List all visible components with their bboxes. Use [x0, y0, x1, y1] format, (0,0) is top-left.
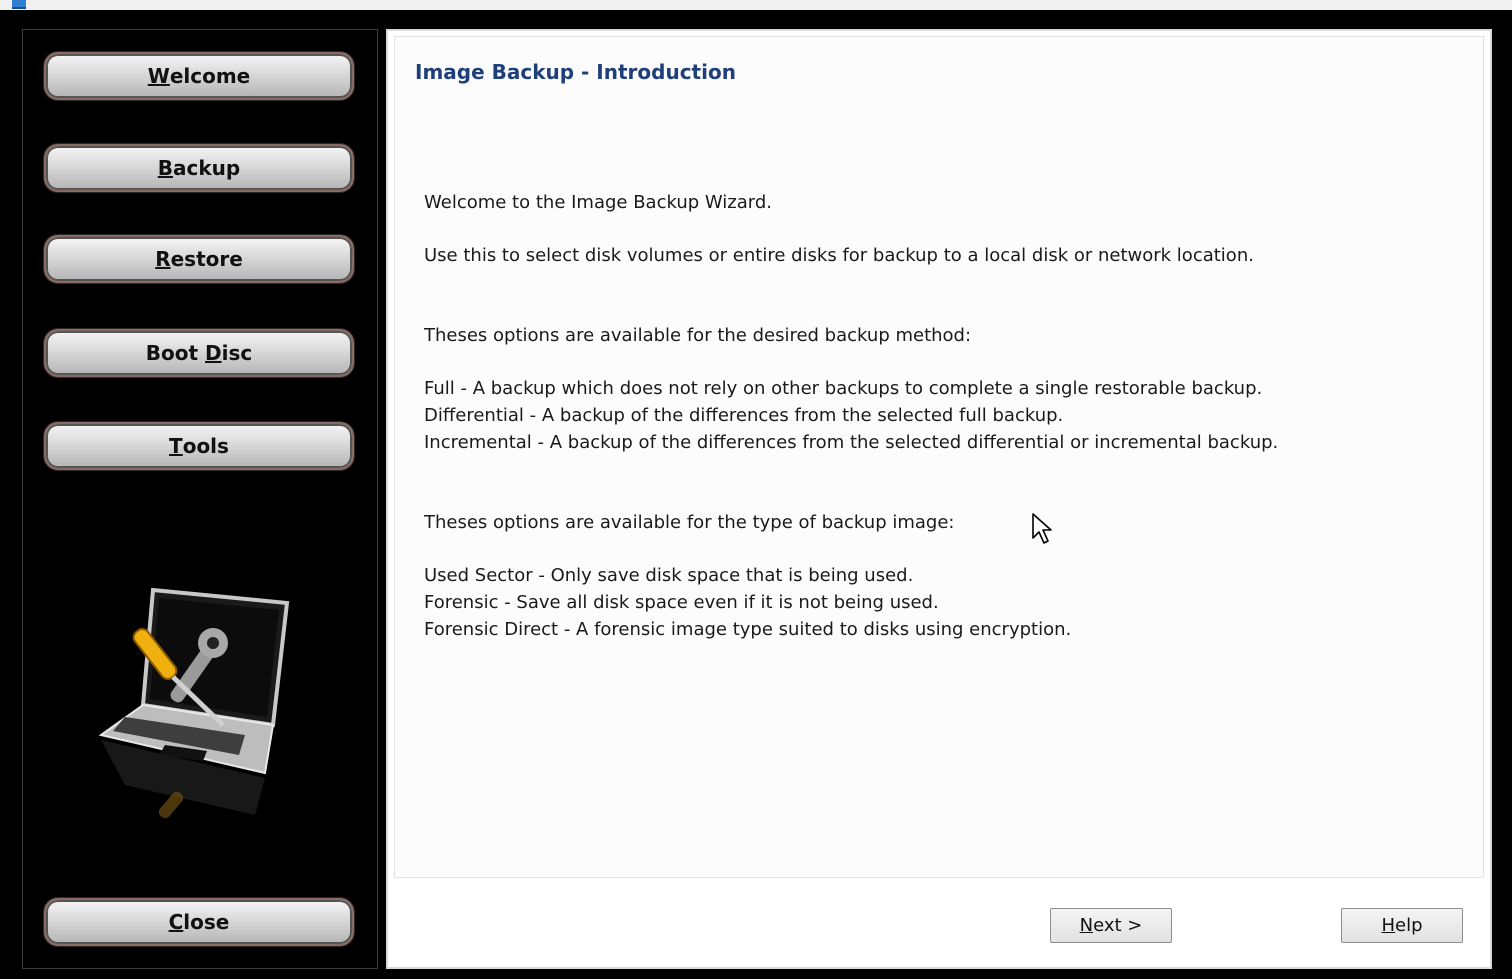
use-text: Use this to select disk volumes or entir… [424, 245, 1254, 266]
next-button[interactable]: Next > [1050, 908, 1172, 943]
help-label: elp [1395, 915, 1423, 936]
next-label: ext > [1093, 915, 1143, 936]
help-button[interactable]: Help [1341, 908, 1463, 943]
page-title: Image Backup - Introduction [415, 60, 736, 84]
method-full: Full - A backup which does not rely on o… [424, 378, 1263, 399]
boot-disc-button[interactable]: Boot Disc [44, 329, 354, 377]
restore-mnemonic: R [155, 247, 171, 271]
welcome-mnemonic: W [147, 64, 170, 88]
welcome-label: elcome [169, 64, 251, 88]
welcome-button[interactable]: Welcome [44, 52, 354, 100]
boot-disc-label: isc [221, 341, 253, 365]
restore-label: estore [170, 247, 243, 271]
close-button[interactable]: Close [44, 898, 354, 946]
laptop-with-tools-icon [98, 587, 290, 819]
help-mnemonic: H [1381, 915, 1396, 936]
type-forensic: Forensic - Save all disk space even if i… [424, 592, 939, 613]
method-differential: Differential - A backup of the differenc… [424, 405, 1064, 426]
welcome-text: Welcome to the Image Backup Wizard. [424, 192, 773, 213]
mouse-pointer-icon [1032, 513, 1052, 544]
type-heading: Theses options are available for the typ… [424, 512, 955, 533]
method-incremental: Incremental - A backup of the difference… [424, 432, 1279, 453]
tools-mnemonic: T [169, 434, 183, 458]
tools-button[interactable]: Tools [44, 422, 354, 470]
backup-button[interactable]: Backup [44, 144, 354, 192]
backup-mnemonic: B [157, 156, 174, 180]
app-icon [12, 0, 26, 9]
tools-label: ools [182, 434, 229, 458]
content-panel [394, 36, 1484, 878]
close-mnemonic: C [168, 910, 184, 934]
close-label: lose [183, 910, 230, 934]
type-used-sector: Used Sector - Only save disk space that … [424, 565, 914, 586]
restore-button[interactable]: Restore [44, 235, 354, 283]
backup-label: ackup [173, 156, 241, 180]
window-titlebar [0, 0, 1512, 10]
type-forensic-direct: Forensic Direct - A forensic image type … [424, 619, 1072, 640]
next-mnemonic: N [1079, 915, 1094, 936]
boot-disc-prefix: Boot [145, 341, 205, 365]
method-heading: Theses options are available for the des… [424, 325, 972, 346]
sidebar: Welcome Backup Restore Boot Disc Tools C… [22, 29, 378, 969]
boot-disc-mnemonic: D [205, 341, 222, 365]
